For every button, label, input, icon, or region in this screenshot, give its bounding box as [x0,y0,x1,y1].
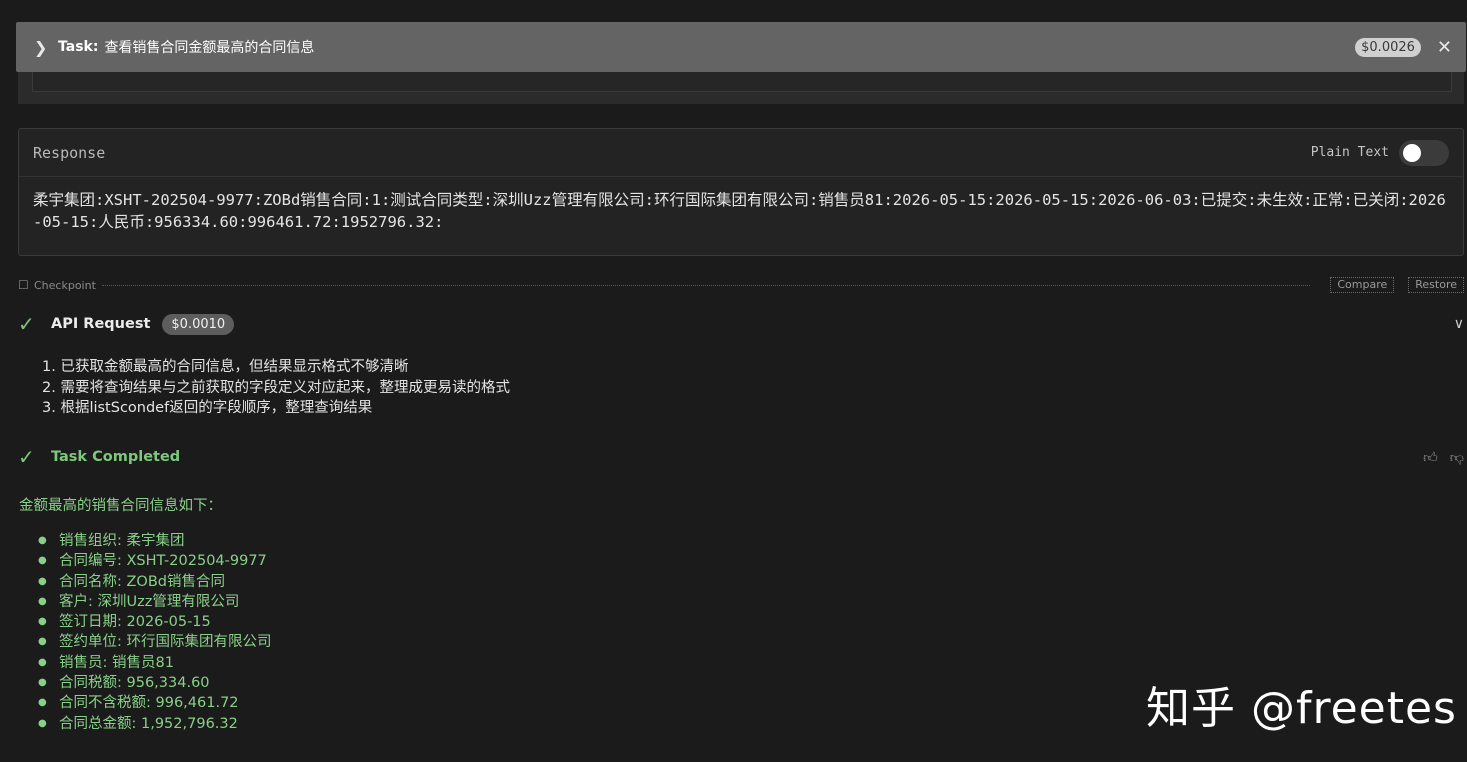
task-completed-row: ✓ Task Completed 👍︎ 👎︎ [18,443,1464,471]
bookmark-icon: ☐ [18,278,29,292]
task-text: 查看销售合同金额最高的合同信息 [104,40,315,56]
toggle-knob [1403,143,1421,162]
list-item-text: 销售员: 销售员81 [59,654,174,671]
bullet-icon: ● [38,697,47,709]
close-icon[interactable]: ✕ [1437,37,1452,58]
list-item: ● 合同编号: XSHT-202504-9977 [38,551,272,571]
chevron-right-icon[interactable]: ❯ [34,38,58,57]
contract-details: ● 销售组织: 柔宇集团 ● 合同编号: XSHT-202504-9977 ● 合同名… [38,531,272,734]
checkmark-icon: ✓ [18,445,35,469]
list-item: ● 合同总金额: 1,952,796.32 [38,714,272,734]
list-item: 2. 需要将查询结果与之前获取的字段定义对应起来，整理成更易读的格式 [42,379,510,396]
list-item: ● 签约单位: 环行国际集团有限公司 [38,632,272,652]
list-item: 1. 已获取金额最高的合同信息，但结果显示格式不够清晰 [42,359,409,375]
summary-title: 金额最高的销售合同信息如下： [19,498,222,514]
bullet-icon: ● [38,595,47,607]
api-request-cost-badge: $0.0010 [162,313,235,335]
checkmark-icon: ✓ [18,312,35,336]
bullet-icon: ● [38,677,47,689]
list-item-text: 签订日期: 2026-05-15 [59,614,211,631]
bullet-icon: ● [38,555,47,567]
list-item: ● 合同税额: 956,334.60 [38,673,272,693]
thumbs-up-icon[interactable]: 👍︎ [1423,449,1438,466]
list-item: ● 销售员: 销售员81 [38,653,272,673]
list-item-text: 销售组织: 柔宇集团 [59,533,185,549]
plain-text-toggle[interactable] [1399,139,1449,166]
task-header[interactable]: ❯ Task: 查看销售合同金额最高的合同信息 $0.0026 ✕ [16,22,1466,72]
response-panel: Response Plain Text 柔宇集团:XSHT-202504-997… [18,128,1464,256]
list-item-text: 合同总金额: 1,952,796.32 [59,715,238,732]
response-header: Response Plain Text [19,129,1463,177]
thumbs-down-icon[interactable]: 👎︎ [1450,449,1464,466]
bullet-icon: ● [38,636,47,648]
response-body: 柔宇集团:XSHT-202504-9977:ZOBd销售合同:1:测试合同类型:… [33,191,1446,231]
compare-button[interactable]: Compare [1330,277,1395,293]
bullet-icon: ● [38,575,47,587]
restore-button[interactable]: Restore [1408,277,1464,293]
list-item: ● 客户: 深圳Uzz管理有限公司 [38,592,272,612]
response-title: Response [33,143,106,162]
api-request-steps: 1. 已获取金额最高的合同信息，但结果显示格式不够清晰 2. 需要将查询结果与之… [42,357,510,419]
checkpoint-row: ☐ Checkpoint Compare Restore [18,276,1464,294]
checkpoint-label: Checkpoint [34,278,96,292]
bullet-icon: ● [38,717,47,729]
list-item-text: 客户: 深圳Uzz管理有限公司 [59,593,240,610]
bullet-icon: ● [38,656,47,668]
task-label: Task: [58,39,99,55]
list-item-text: 合同名称: ZOBd销售合同 [59,573,225,590]
checkpoint-divider [101,284,1311,286]
list-item-text: 合同不含税额: 996,461.72 [59,695,239,712]
api-request-label: API Request [51,316,151,332]
task-cost-badge: $0.0026 [1355,37,1421,57]
bullet-icon: ● [38,616,47,628]
watermark: 知乎 @freetes [1146,683,1457,734]
plain-text-label: Plain Text [1310,145,1389,160]
list-item: 3. 根据listScondef返回的字段顺序，整理查询结果 [42,400,373,416]
list-item-text: 签约单位: 环行国际集团有限公司 [59,634,272,651]
list-item: ● 合同名称: ZOBd销售合同 [38,572,272,592]
list-item: ● 签订日期: 2026-05-15 [38,612,272,632]
task-completed-label: Task Completed [51,449,181,465]
list-item-text: 合同编号: XSHT-202504-9977 [59,553,267,570]
collapsed-panel-inner [32,72,1452,92]
bullet-icon: ● [38,535,47,546]
list-item: ● 合同不含税额: 996,461.72 [38,693,272,713]
api-request-row[interactable]: ✓ API Request $0.0010 ∨ [18,310,1464,338]
list-item-text: 合同税额: 956,334.60 [59,675,210,692]
list-item: ● 销售组织: 柔宇集团 [38,531,272,551]
chevron-down-icon[interactable]: ∨ [1454,316,1464,332]
